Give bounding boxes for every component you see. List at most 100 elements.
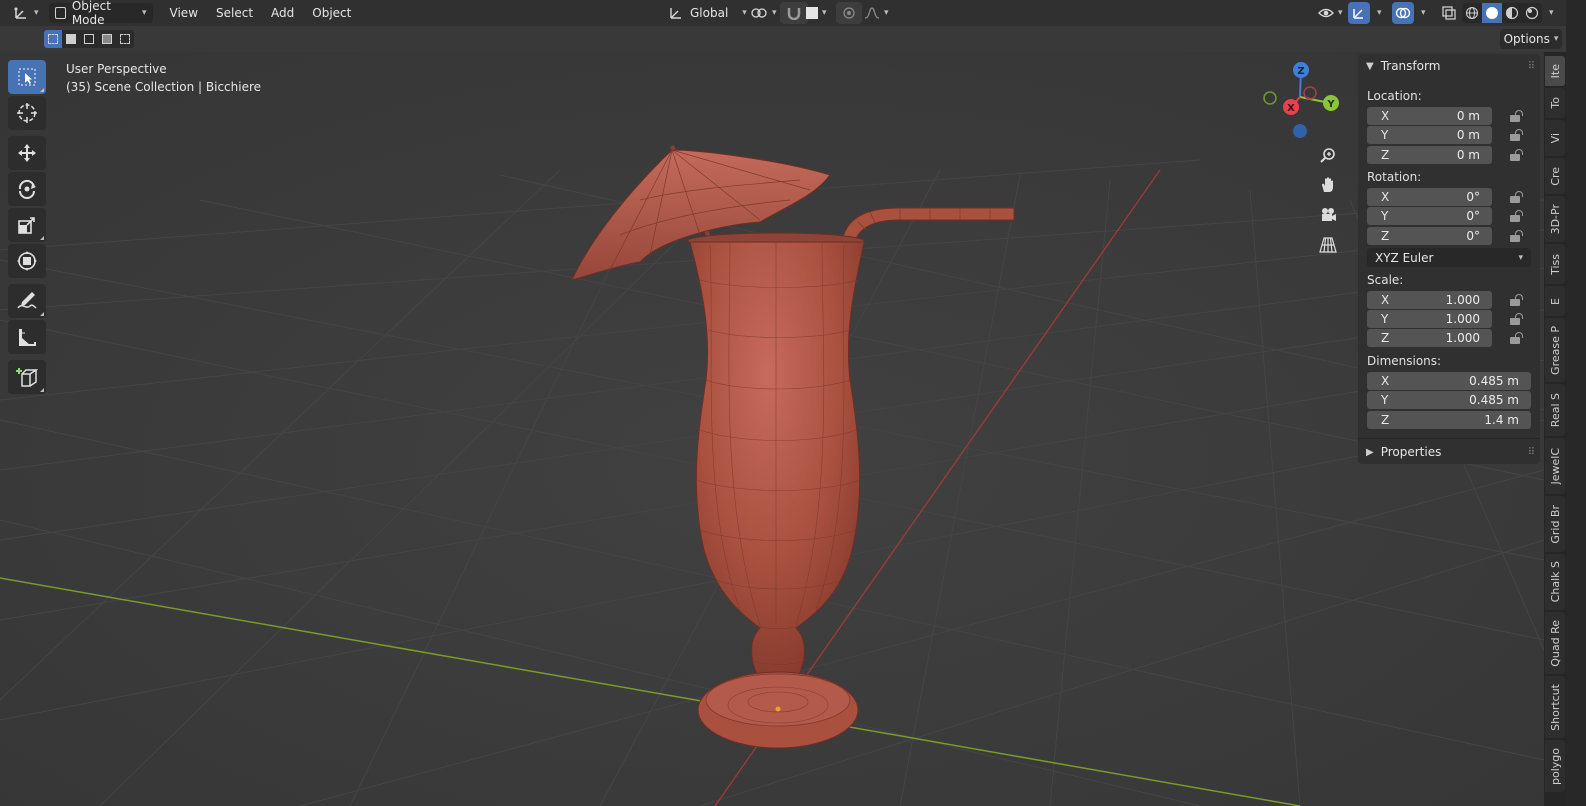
hand-icon: [1322, 177, 1333, 192]
scale-x-field[interactable]: X 1.000: [1367, 291, 1492, 309]
zoom-button[interactable]: [1315, 142, 1341, 168]
options-dropdown[interactable]: Options ▾: [1500, 29, 1562, 49]
shading-wireframe-button[interactable]: [1462, 3, 1482, 23]
tool-transform[interactable]: [8, 244, 46, 278]
overlays-icon: [1395, 7, 1411, 19]
menu-add[interactable]: Add: [262, 2, 303, 24]
properties-panel-header[interactable]: ▶ Properties ⠿: [1358, 440, 1540, 464]
tab-e[interactable]: E: [1545, 286, 1565, 316]
lock-icon[interactable]: [1510, 313, 1520, 325]
tab-label: Ite: [1548, 63, 1562, 79]
drag-handle-icon[interactable]: ⠿: [1528, 447, 1535, 458]
collection-label: (35) Scene Collection | Bicchiere: [66, 80, 262, 94]
lock-icon[interactable]: [1510, 110, 1520, 122]
tab-quad-remesher[interactable]: Quad Re: [1545, 612, 1565, 674]
tab-label: Shortcut: [1548, 683, 1562, 731]
gizmo-toggle[interactable]: [1348, 2, 1370, 24]
menu-view[interactable]: View: [161, 2, 207, 24]
mode-dropdown[interactable]: Object Mode ▾: [48, 0, 153, 27]
select-extend-button[interactable]: [62, 30, 80, 48]
shading-dropdown[interactable]: ▾: [1542, 2, 1557, 24]
lock-icon[interactable]: [1510, 294, 1520, 306]
gizmo-neg-z[interactable]: [1293, 124, 1307, 138]
axis-label: Z: [1381, 148, 1390, 162]
menu-object[interactable]: Object: [303, 2, 360, 24]
lock-icon[interactable]: [1510, 230, 1520, 242]
proportional-icon: [843, 7, 855, 19]
tab-label: Quad Re: [1548, 619, 1562, 667]
snap-target-dropdown[interactable]: ▾: [800, 2, 833, 24]
tab-jewelcraft[interactable]: JewelC: [1545, 438, 1565, 494]
lock-icon[interactable]: [1510, 129, 1520, 141]
tab-tool[interactable]: To: [1545, 88, 1565, 118]
tab-create[interactable]: Cre: [1545, 158, 1565, 194]
scale-y-field[interactable]: Y 1.000: [1367, 310, 1492, 328]
shading-material-button[interactable]: [1502, 3, 1522, 23]
lock-icon[interactable]: [1510, 210, 1520, 222]
rotation-y-field[interactable]: Y 0°: [1367, 207, 1492, 225]
lock-icon[interactable]: [1510, 191, 1520, 203]
visibility-dropdown[interactable]: ▾: [1312, 2, 1349, 24]
overlays-toggle[interactable]: [1392, 2, 1414, 24]
tab-chalk-shader[interactable]: Chalk S: [1545, 554, 1565, 610]
add-cube-icon: [16, 368, 38, 387]
lock-icon[interactable]: [1510, 332, 1520, 344]
transform-orientation-dropdown[interactable]: Global ▾: [662, 2, 753, 24]
select-new-button[interactable]: [44, 30, 62, 48]
xray-toggle[interactable]: [1438, 2, 1460, 24]
gizmo-dropdown[interactable]: ▾: [1370, 2, 1385, 24]
editor-type-button[interactable]: ▾: [8, 2, 45, 24]
tab-tissue[interactable]: Tiss: [1545, 244, 1565, 284]
tab-grease-pencil[interactable]: Grease P: [1545, 318, 1565, 382]
select-invert-button[interactable]: [98, 30, 116, 48]
overlays-dropdown[interactable]: ▾: [1414, 2, 1429, 24]
tool-measure[interactable]: [8, 320, 46, 354]
rotation-z-field[interactable]: Z 0°: [1367, 227, 1492, 245]
rotation-x-field[interactable]: X 0°: [1367, 188, 1492, 206]
gizmo-y-label: Y: [1326, 99, 1335, 110]
transform-title: Transform: [1380, 59, 1441, 73]
scale-z-field[interactable]: Z 1.000: [1367, 329, 1492, 347]
dimension-y-field[interactable]: Y 0.485 m: [1367, 391, 1531, 409]
tool-scale[interactable]: [8, 208, 46, 242]
drag-handle-icon[interactable]: ⠿: [1528, 61, 1535, 72]
pan-button[interactable]: [1315, 172, 1341, 198]
select-box-icon: [18, 68, 36, 86]
camera-view-button[interactable]: [1315, 202, 1341, 228]
shading-solid-button[interactable]: [1482, 3, 1502, 23]
tab-polygoniq[interactable]: polygo: [1545, 740, 1565, 792]
measure-icon: [19, 329, 36, 346]
select-subtract-button[interactable]: [80, 30, 98, 48]
tool-rotate[interactable]: [8, 172, 46, 206]
dimension-z-field[interactable]: Z 1.4 m: [1367, 411, 1531, 429]
field-value: 1.000: [1445, 293, 1480, 307]
tab-label: JewelC: [1548, 447, 1562, 485]
tab-3d-print[interactable]: 3D-Pr: [1545, 196, 1565, 242]
transform-panel-header[interactable]: ▼ Transform ⠿: [1358, 54, 1540, 78]
location-x-field[interactable]: X 0 m: [1367, 107, 1492, 125]
falloff-dropdown[interactable]: ▾: [858, 2, 895, 24]
tool-cursor[interactable]: [8, 96, 46, 130]
3d-viewport[interactable]: Z Y X: [0, 52, 1544, 806]
options-label: Options: [1503, 32, 1550, 46]
tab-view[interactable]: Vi: [1545, 120, 1565, 156]
location-z-field[interactable]: Z 0 m: [1367, 146, 1492, 164]
dimension-x-field[interactable]: X 0.485 m: [1367, 372, 1531, 390]
chevron-down-icon: ▾: [1338, 8, 1343, 18]
pivot-point-dropdown[interactable]: ▾: [744, 2, 783, 24]
lock-icon[interactable]: [1510, 149, 1520, 161]
menu-select[interactable]: Select: [207, 2, 262, 24]
perspective-toggle-button[interactable]: [1315, 232, 1341, 258]
location-y-field[interactable]: Y 0 m: [1367, 126, 1492, 144]
shading-rendered-button[interactable]: [1522, 3, 1542, 23]
tool-annotate[interactable]: [8, 284, 46, 318]
tool-add-cube[interactable]: [8, 360, 46, 394]
tool-select-box[interactable]: [8, 60, 46, 94]
tab-real-snow[interactable]: Real S: [1545, 384, 1565, 436]
tab-shortcut[interactable]: Shortcut: [1545, 676, 1565, 738]
select-intersect-button[interactable]: [116, 30, 134, 48]
tab-grid-builder[interactable]: Grid Br: [1545, 496, 1565, 552]
tool-move[interactable]: [8, 136, 46, 170]
rotation-mode-dropdown[interactable]: XYZ Euler ▾: [1367, 248, 1531, 267]
tab-item[interactable]: Ite: [1545, 56, 1565, 86]
